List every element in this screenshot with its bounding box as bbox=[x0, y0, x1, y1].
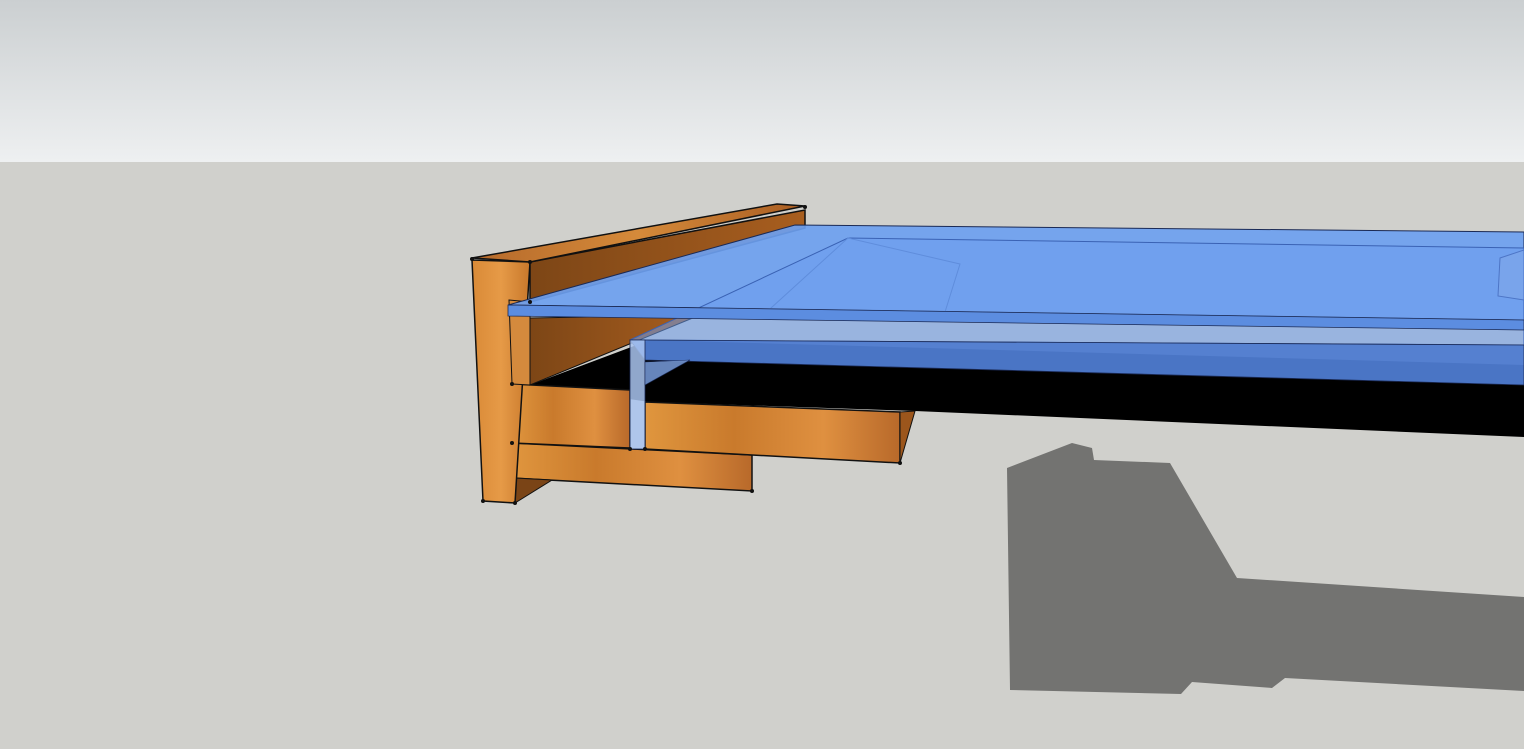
sky-fill bbox=[0, 0, 1524, 162]
glass-far-marker bbox=[1497, 249, 1524, 301]
glass-vertical-clip bbox=[629, 339, 646, 450]
bracket-middle-arm bbox=[511, 383, 631, 449]
scene-canvas[interactable] bbox=[0, 0, 1524, 749]
model-viewport[interactable] bbox=[0, 0, 1524, 749]
